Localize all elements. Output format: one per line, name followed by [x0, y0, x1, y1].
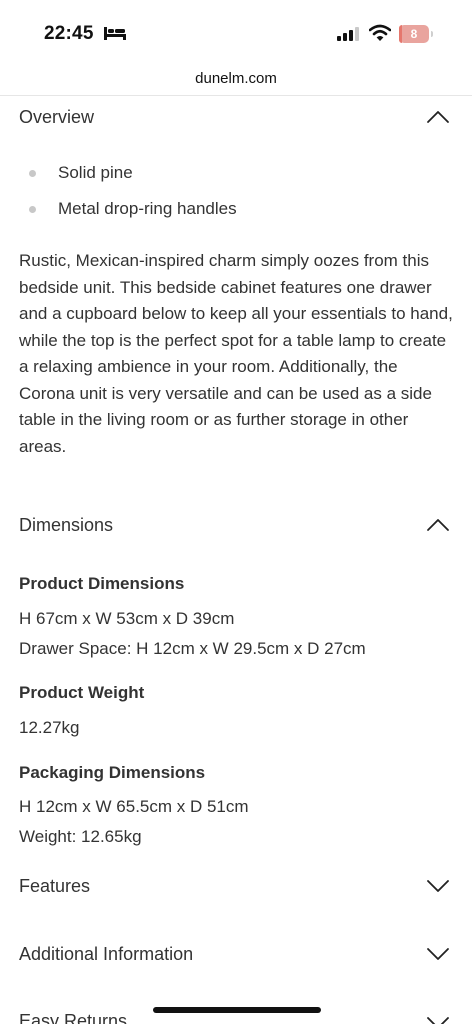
- list-item: Metal drop-ring handles: [0, 194, 472, 230]
- additional-information-accordion-header[interactable]: Additional Information: [0, 934, 472, 974]
- product-description: Rustic, Mexican-inspired charm simply oo…: [19, 251, 453, 456]
- dimensions-title: Dimensions: [19, 515, 114, 535]
- battery-icon: 8: [399, 25, 429, 43]
- chevron-down-icon: [427, 948, 449, 960]
- home-indicator[interactable]: [153, 1007, 321, 1013]
- bullet-dot-icon: [29, 170, 36, 177]
- features-accordion-header[interactable]: Features: [0, 866, 472, 906]
- list-item: Solid pine: [0, 158, 472, 194]
- drawer-space-value: Drawer Space: H 12cm x W 29.5cm x D 27cm: [19, 639, 366, 658]
- dimensions-accordion-header[interactable]: Dimensions: [0, 505, 472, 545]
- features-title: Features: [19, 876, 91, 896]
- product-weight-value: 12.27kg: [19, 718, 80, 737]
- chevron-up-icon: [427, 519, 449, 531]
- overview-title: Overview: [19, 107, 95, 127]
- bullet-text: Metal drop-ring handles: [58, 199, 237, 218]
- url-bar[interactable]: dunelm.com: [0, 70, 472, 87]
- chevron-down-icon: [427, 1017, 449, 1024]
- product-weight-heading: Product Weight: [19, 683, 145, 702]
- sleep-focus-icon: [104, 27, 126, 40]
- packaging-dimensions-value: H 12cm x W 65.5cm x D 51cm: [19, 797, 249, 816]
- packaging-dimensions-heading: Packaging Dimensions: [19, 763, 206, 782]
- chevron-up-icon: [427, 111, 449, 123]
- clock: 22:45: [44, 23, 94, 44]
- feature-bullet-list: Solid pine Metal drop-ring handles: [0, 158, 472, 230]
- bullet-dot-icon: [29, 206, 36, 213]
- easy-returns-title: Easy Returns: [19, 1011, 128, 1024]
- packaging-weight-value: Weight: 12.65kg: [19, 827, 142, 846]
- product-dimensions-value: H 67cm x W 53cm x D 39cm: [19, 609, 235, 628]
- overview-accordion-header[interactable]: Overview: [0, 97, 472, 137]
- product-dimensions-heading: Product Dimensions: [19, 574, 185, 593]
- divider: [0, 95, 472, 96]
- chevron-down-icon: [427, 880, 449, 892]
- cellular-signal-icon: [337, 27, 359, 41]
- battery-level-label: 8: [410, 27, 418, 41]
- additional-information-title: Additional Information: [19, 944, 194, 964]
- battery-cap: [431, 31, 433, 37]
- bullet-text: Solid pine: [58, 163, 133, 182]
- status-bar: 22:45 8: [0, 0, 472, 66]
- wifi-icon: [369, 24, 391, 41]
